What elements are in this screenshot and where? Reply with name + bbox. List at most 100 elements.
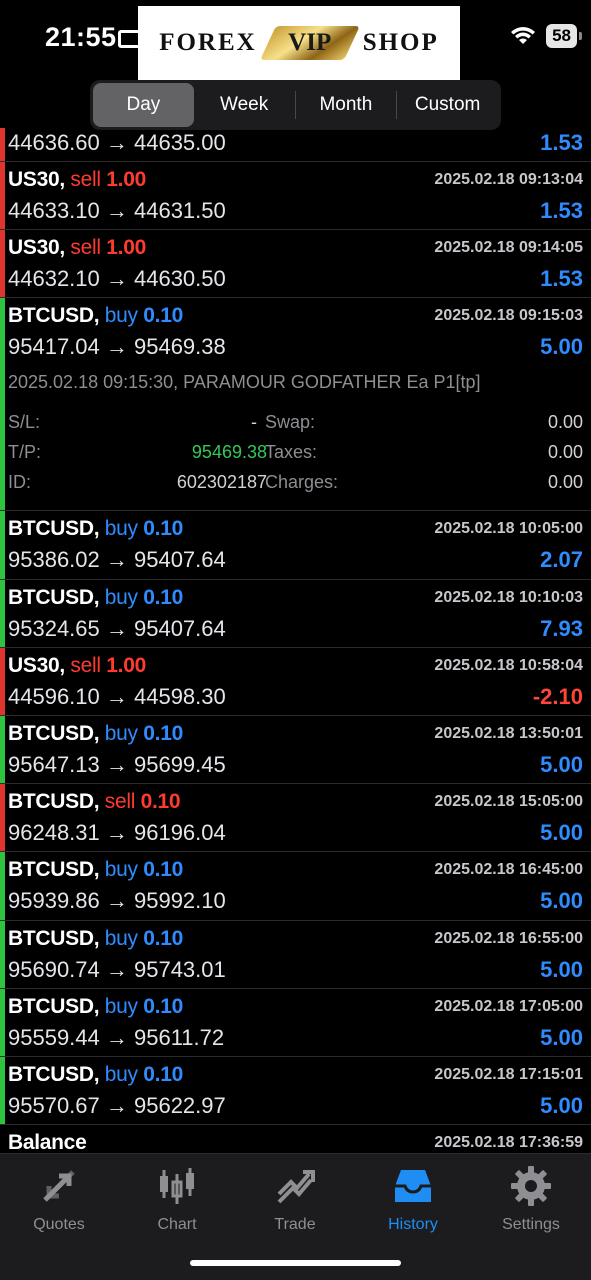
- row-title: BTCUSD, buy 0.10: [8, 927, 183, 951]
- row-indicator-bar: [0, 230, 5, 298]
- row-volume: 0.10: [143, 517, 183, 541]
- row-profit: 7.93: [540, 615, 583, 641]
- row-side: buy: [104, 304, 138, 328]
- row-title: BTCUSD, buy 0.10: [8, 995, 183, 1019]
- history-row[interactable]: BTCUSD, buy 0.10 2025.02.18 10:05:00 95386…: [0, 511, 591, 580]
- history-row[interactable]: US30, sell 1.00 2025.02.18 10:58:04 44596.…: [0, 647, 591, 716]
- row-prices: 95386.02 → 95407.64: [8, 547, 226, 573]
- history-row[interactable]: 44636.60 → 44635.00 1.53: [0, 128, 591, 162]
- swap-label: Swap:: [265, 412, 316, 433]
- history-row[interactable]: BTCUSD, buy 0.10 2025.02.18 17:15:01 95570…: [0, 1056, 591, 1126]
- row-time: 2025.02.18 10:05:00: [434, 520, 583, 538]
- tab-settings[interactable]: Settings: [472, 1164, 590, 1234]
- row-title: BTCUSD, buy 0.10: [8, 517, 183, 541]
- row-profit: 2.07: [540, 547, 583, 573]
- row-symbol: BTCUSD,: [8, 721, 100, 745]
- row-volume: 0.10: [143, 304, 183, 328]
- status-icons: 58: [510, 24, 582, 48]
- row-indicator-bar: [0, 128, 5, 161]
- logo-badge-text: VIP: [288, 29, 332, 56]
- tab-quotes[interactable]: Quotes: [0, 1164, 118, 1234]
- row-title: BTCUSD, buy 0.10: [8, 722, 183, 746]
- history-row[interactable]: BTCUSD, buy 0.10 2025.02.18 13:50:01 95647…: [0, 715, 591, 785]
- row-time: 2025.02.18 16:45:00: [434, 861, 583, 879]
- status-time: 21:55: [45, 22, 117, 52]
- segment-week[interactable]: Week: [194, 83, 295, 127]
- row-profit: 1.53: [540, 266, 583, 292]
- history-icon: [395, 1170, 431, 1202]
- tab-trade[interactable]: Trade: [236, 1164, 354, 1234]
- history-row[interactable]: BTCUSD, buy 0.10 2025.02.18 16:45:00 95939…: [0, 852, 591, 921]
- row-indicator-bar: [0, 784, 5, 852]
- row-profit: 1.53: [540, 130, 583, 155]
- logo-text-left: FOREX: [159, 29, 257, 56]
- row-time: 2025.02.18 17:05:00: [434, 997, 583, 1015]
- row-side: buy: [104, 858, 138, 882]
- row-symbol: BTCUSD,: [8, 1062, 100, 1086]
- row-volume: 0.10: [143, 1062, 183, 1086]
- row-prices: 96248.31 → 96196.04: [8, 820, 226, 846]
- taxes-value: 0.00: [547, 442, 583, 463]
- row-profit: 5.00: [540, 956, 583, 982]
- row-title: US30, sell 1.00: [8, 236, 146, 260]
- row-volume: 0.10: [143, 721, 183, 745]
- row-symbol: BTCUSD,: [8, 858, 100, 882]
- home-indicator[interactable]: [190, 1260, 401, 1266]
- settings-icon: [511, 1166, 551, 1206]
- balance-time: 2025.02.18 17:36:59: [434, 1134, 583, 1152]
- history-row[interactable]: BTCUSD, buy 0.10 2025.02.18 10:10:03 95324…: [0, 579, 591, 648]
- history-row-expanded[interactable]: BTCUSD, buy 0.10 2025.02.18 09:15:03 95417…: [0, 298, 591, 512]
- segment-day[interactable]: Day: [93, 83, 194, 127]
- history-list[interactable]: 44636.60 → 44635.00 1.53 US30, sell 1.00…: [0, 128, 591, 1153]
- row-volume: 0.10: [143, 926, 183, 950]
- row-time: 2025.02.18 17:15:01: [434, 1065, 583, 1083]
- forex-vip-shop-logo: FOREX VIP SHOP: [138, 6, 460, 80]
- row-symbol: US30,: [8, 653, 65, 677]
- tab-history[interactable]: History: [354, 1164, 472, 1234]
- row-volume: 1.00: [106, 168, 146, 191]
- row-indicator-bar: [0, 511, 5, 579]
- tp-value: 95469.38: [191, 442, 267, 463]
- tp-label: T/P:: [8, 442, 42, 463]
- row-side: buy: [104, 585, 138, 609]
- row-time: 2025.02.18 10:10:03: [434, 588, 583, 606]
- row-side: buy: [104, 517, 138, 541]
- row-prices: 95647.13 → 95699.45: [8, 751, 226, 777]
- sl-value: -: [251, 412, 257, 433]
- sl-label: S/L:: [8, 412, 41, 433]
- row-time: 2025.02.18 13:50:01: [434, 724, 583, 742]
- battery-indicator: 58: [546, 24, 582, 48]
- row-symbol: BTCUSD,: [8, 585, 100, 609]
- order-comment: 2025.02.18 09:15:30, PARAMOUR GODFATHER …: [8, 372, 481, 393]
- segment-month[interactable]: Month: [296, 83, 397, 127]
- row-title: US30, sell 1.00: [8, 168, 146, 192]
- row-time: 2025.02.18 09:15:03: [434, 307, 583, 325]
- tab-chart[interactable]: Chart: [118, 1164, 236, 1234]
- history-row[interactable]: BTCUSD, buy 0.10 2025.02.18 17:05:00 95559…: [0, 988, 591, 1057]
- row-title: BTCUSD, buy 0.10: [8, 586, 183, 610]
- row-side: sell: [70, 168, 101, 191]
- history-row[interactable]: US30, sell 1.00 2025.02.18 09:14:05 44632.…: [0, 230, 591, 299]
- row-indicator-bar: [0, 1056, 5, 1125]
- row-profit: 5.00: [540, 820, 583, 846]
- row-indicator-bar: [0, 162, 5, 230]
- row-time: 2025.02.18 09:13:04: [434, 171, 583, 188]
- row-volume: 1.00: [106, 236, 146, 260]
- history-row[interactable]: BTCUSD, sell 0.10 2025.02.18 15:05:00 9624…: [0, 784, 591, 853]
- history-row[interactable]: US30, sell 1.00 2025.02.18 09:13:04 44633.…: [0, 162, 591, 231]
- row-profit: 5.00: [540, 1024, 583, 1050]
- balance-row[interactable]: Balance 2025.02.18 17:36:59: [0, 1125, 591, 1153]
- row-indicator-bar: [0, 647, 5, 715]
- id-value: 602302187: [176, 472, 267, 493]
- history-rows: US30, sell 1.00 2025.02.18 09:13:04 44633.…: [0, 162, 591, 1126]
- segment-custom[interactable]: Custom: [397, 83, 498, 127]
- row-symbol: US30,: [8, 168, 65, 191]
- row-prices: 44632.10 → 44630.50: [8, 266, 226, 292]
- row-prices: 44633.10 → 44631.50: [8, 198, 226, 223]
- row-indicator-bar: [0, 852, 5, 920]
- row-title: BTCUSD, buy 0.10: [8, 304, 183, 328]
- history-row[interactable]: BTCUSD, buy 0.10 2025.02.18 16:55:00 95690…: [0, 920, 591, 989]
- tab-label-chart: Chart: [157, 1216, 197, 1233]
- row-profit: 5.00: [540, 334, 583, 360]
- row-time: 2025.02.18 09:14:05: [434, 239, 583, 257]
